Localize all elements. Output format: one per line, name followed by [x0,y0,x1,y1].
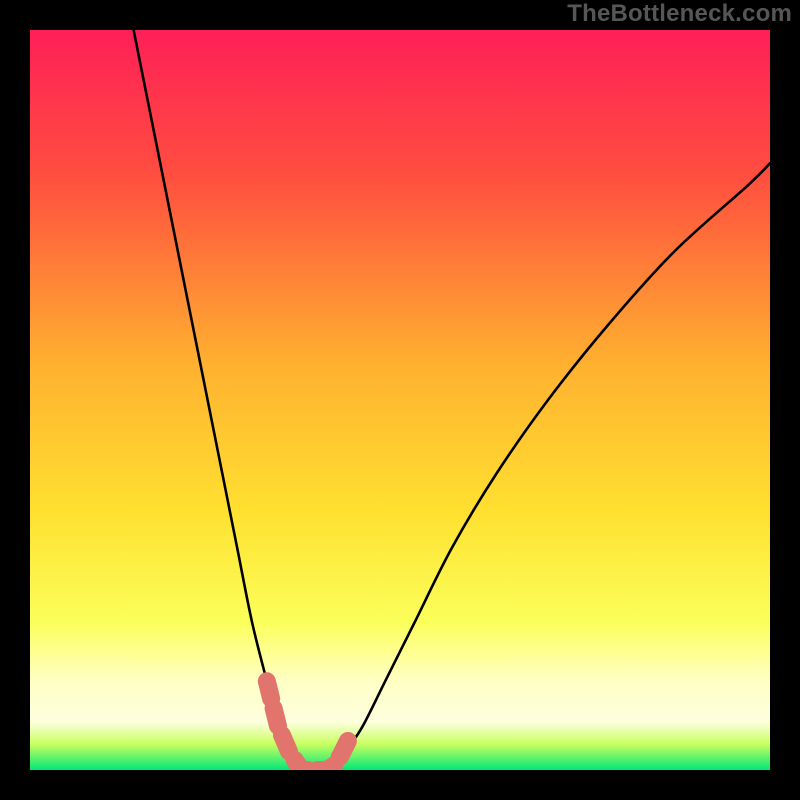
attribution-text: TheBottleneck.com [567,0,792,28]
gradient-background [30,30,770,770]
chart-frame: TheBottleneck.com [0,0,800,800]
plot-area [30,30,770,770]
bottleneck-chart-svg [30,30,770,770]
